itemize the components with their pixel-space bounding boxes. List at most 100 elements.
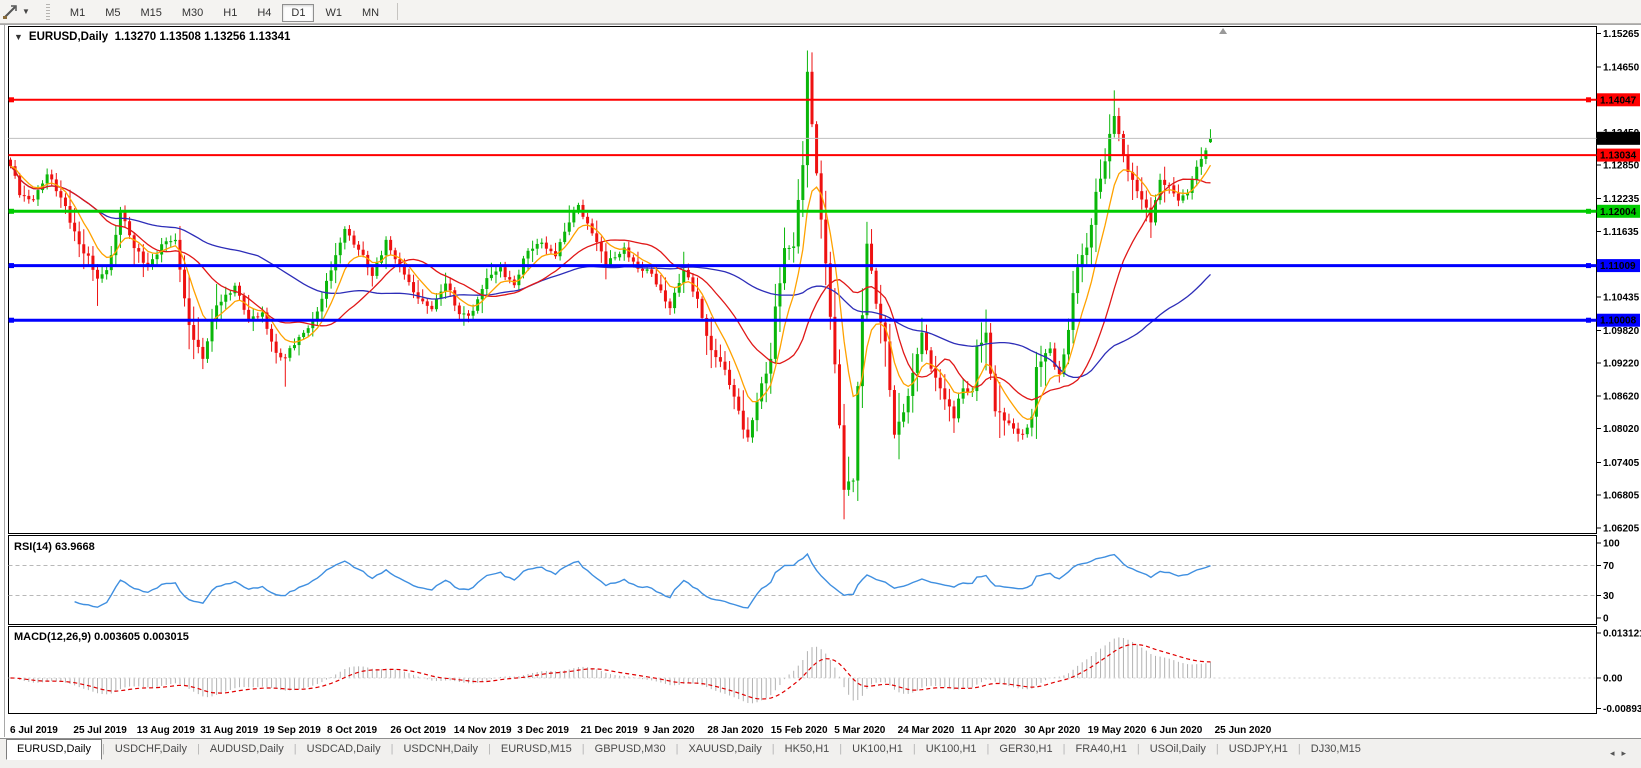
- candle-body: [165, 241, 168, 244]
- timeframe-button-d1[interactable]: D1: [282, 4, 314, 22]
- candle-body: [682, 270, 685, 283]
- candle-body: [435, 298, 438, 309]
- chart-tab-dj30-m15[interactable]: DJ30,M15: [1301, 739, 1371, 760]
- chart-tab-uk100-h1[interactable]: UK100,H1: [842, 739, 913, 760]
- chart-tab-usdchf-daily[interactable]: USDCHF,Daily: [105, 739, 197, 760]
- chart-tab-audusd-daily[interactable]: AUDUSD,Daily: [200, 739, 294, 760]
- crosshair-tool-icon[interactable]: [0, 3, 20, 21]
- main-chart-plot-area[interactable]: [9, 27, 1597, 534]
- candle-body: [101, 274, 104, 278]
- date-axis-label: 15 Feb 2020: [771, 725, 828, 736]
- line-handle-right[interactable]: [1586, 318, 1591, 323]
- candle-body: [1099, 179, 1102, 192]
- tab-scroll-right-icon[interactable]: ▸: [1621, 748, 1633, 758]
- candle-body: [325, 281, 328, 299]
- macd-tick-label: 0.00: [1603, 674, 1623, 685]
- tab-scroll-arrows[interactable]: ◂▸: [1610, 748, 1633, 759]
- chart-tab-usdcnh-daily[interactable]: USDCNH,Daily: [393, 739, 488, 760]
- candle-body: [527, 251, 530, 259]
- date-axis-label: 26 Oct 2019: [390, 725, 446, 736]
- candle-body: [32, 199, 35, 200]
- chart-tab-gbpusd-m30[interactable]: GBPUSD,M30: [585, 739, 676, 760]
- candle-body: [128, 221, 131, 235]
- chart-tab-eurusd-daily[interactable]: EURUSD,Daily: [6, 739, 102, 760]
- price-tick-label: 1.12850: [1603, 161, 1640, 172]
- candle-body: [23, 195, 26, 196]
- timeframe-button-m15[interactable]: M15: [131, 4, 170, 22]
- line-handle-left[interactable]: [9, 263, 14, 268]
- candle-body: [1072, 293, 1075, 330]
- candle-body: [156, 255, 159, 260]
- candle-body: [192, 325, 195, 340]
- timeframe-button-mn[interactable]: MN: [353, 4, 388, 22]
- candle-body: [316, 311, 319, 319]
- candle-body: [1040, 362, 1043, 368]
- chart-collapse-icon[interactable]: ▼: [14, 32, 23, 42]
- chart-tab-usoil-daily[interactable]: USOil,Daily: [1140, 739, 1216, 760]
- timeframe-button-m5[interactable]: M5: [96, 4, 129, 22]
- timeframe-button-h4[interactable]: H4: [248, 4, 280, 22]
- chart-tab-ger30-h1[interactable]: GER30,H1: [989, 739, 1062, 760]
- macd-tick-label: -0.008933: [1603, 704, 1641, 715]
- candle-body: [403, 266, 406, 274]
- candle-body: [925, 333, 928, 351]
- rsi-plot-area[interactable]: [9, 536, 1597, 625]
- chart-ohlc-values: 1.13270 1.13508 1.13256 1.13341: [115, 31, 291, 43]
- candle-body: [426, 301, 429, 306]
- line-handle-right[interactable]: [1586, 97, 1591, 102]
- line-handle-left[interactable]: [9, 97, 14, 102]
- candle-body: [728, 370, 731, 385]
- timeframe-button-w1[interactable]: W1: [316, 4, 351, 22]
- candle-body: [449, 284, 452, 291]
- price-tick-label: 1.10435: [1603, 292, 1640, 303]
- line-handle-right[interactable]: [1586, 263, 1591, 268]
- chart-tab-usdjpy-h1[interactable]: USDJPY,H1: [1219, 739, 1298, 760]
- candle-body: [1113, 116, 1116, 134]
- timeframe-button-h1[interactable]: H1: [214, 4, 246, 22]
- candle-body: [220, 302, 223, 306]
- toolbar-grip-handle[interactable]: [46, 4, 50, 20]
- chart-tab-hk50-h1[interactable]: HK50,H1: [775, 739, 840, 760]
- candle-body: [1017, 429, 1020, 434]
- timeframe-button-m1[interactable]: M1: [61, 4, 94, 22]
- date-axis-label: 19 Sep 2019: [264, 725, 322, 736]
- chart-tab-fra40-h1[interactable]: FRA40,H1: [1065, 739, 1136, 760]
- candle-body: [746, 430, 749, 438]
- date-axis-label: 6 Jun 2020: [1151, 725, 1203, 736]
- candle-body: [801, 165, 804, 200]
- candle-body: [719, 357, 722, 362]
- candle-body: [824, 220, 827, 264]
- date-axis-label: 19 May 2020: [1088, 725, 1147, 736]
- chart-tab-uk100-h1[interactable]: UK100,H1: [916, 739, 987, 760]
- candle-body: [646, 269, 649, 270]
- price-badge-label: 1.13034: [1600, 151, 1637, 162]
- dropdown-caret-icon[interactable]: ▼: [22, 7, 30, 16]
- candle-body: [371, 267, 374, 276]
- candle-body: [875, 271, 878, 304]
- chart-tab-eurusd-m15[interactable]: EURUSD,M15: [491, 739, 582, 760]
- candle-body: [641, 269, 644, 271]
- candle-body: [998, 411, 1001, 412]
- candle-body: [293, 345, 296, 348]
- candle-body: [710, 336, 713, 350]
- candle-body: [1021, 434, 1024, 435]
- line-handle-left[interactable]: [9, 318, 14, 323]
- candle-body: [1140, 191, 1143, 199]
- candle-body: [453, 290, 456, 305]
- line-handle-left[interactable]: [9, 209, 14, 214]
- tab-scroll-left-icon[interactable]: ◂: [1610, 748, 1622, 758]
- candle-body: [36, 190, 39, 199]
- chart-tab-xauusd-daily[interactable]: XAUUSD,Daily: [678, 739, 771, 760]
- candle-body: [357, 245, 360, 250]
- candle-body: [1177, 193, 1180, 200]
- candle-body: [742, 411, 745, 430]
- toolbar-separator: [397, 3, 398, 20]
- chart-tab-usdcad-daily[interactable]: USDCAD,Daily: [297, 739, 391, 760]
- candle-body: [1163, 180, 1166, 185]
- price-tick-label: 1.06205: [1603, 523, 1640, 534]
- candle-body: [563, 232, 566, 242]
- candle-body: [669, 301, 672, 308]
- timeframe-button-m30[interactable]: M30: [173, 4, 212, 22]
- price-tick-label: 1.11635: [1603, 227, 1639, 238]
- line-handle-right[interactable]: [1586, 209, 1591, 214]
